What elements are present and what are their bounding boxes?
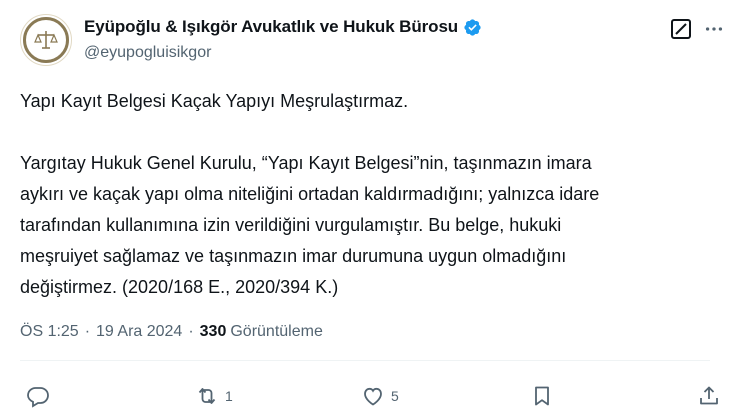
bookmark-icon: [535, 386, 549, 406]
author-name-row: Eyüpoğlu & Işıkgör Avukatlık ve Hukuk Bü…: [84, 17, 482, 37]
grok-icon[interactable]: [671, 19, 691, 39]
avatar[interactable]: [20, 14, 72, 66]
verified-badge-icon[interactable]: [463, 18, 482, 37]
retweet-count: 1: [225, 388, 233, 404]
reply-icon: [27, 387, 49, 408]
more-icon[interactable]: [703, 18, 725, 40]
views-label: Görüntüleme: [230, 323, 323, 340]
share-button[interactable]: [697, 384, 721, 408]
views-count: 330: [199, 323, 227, 340]
bookmark-button[interactable]: [530, 384, 554, 408]
scales-icon: [34, 31, 58, 49]
retweet-icon: [198, 388, 216, 404]
like-count: 5: [391, 388, 399, 404]
author-handle[interactable]: @eyupogluisikgor: [84, 44, 211, 62]
tweet-meta: ÖS 1:25 · 19 Ara 2024 · 330 Görüntüleme: [20, 323, 323, 341]
like-icon: [364, 387, 382, 406]
author-display-name[interactable]: Eyüpoğlu & Işıkgör Avukatlık ve Hukuk Bü…: [84, 17, 458, 37]
tweet-time[interactable]: ÖS 1:25: [20, 323, 79, 341]
meta-separator: ·: [188, 323, 194, 340]
retweet-button[interactable]: 1: [195, 384, 233, 408]
reply-button[interactable]: [26, 384, 56, 408]
like-button[interactable]: 5: [361, 384, 399, 408]
tweet-date[interactable]: 19 Ara 2024: [96, 323, 182, 341]
tweet-text: Yapı Kayıt Belgesi Kaçak Yapıyı Meşrulaş…: [20, 91, 600, 297]
divider: [20, 360, 710, 361]
meta-separator: ·: [84, 323, 91, 340]
avatar-logo: [23, 17, 69, 63]
share-icon: [700, 386, 718, 405]
